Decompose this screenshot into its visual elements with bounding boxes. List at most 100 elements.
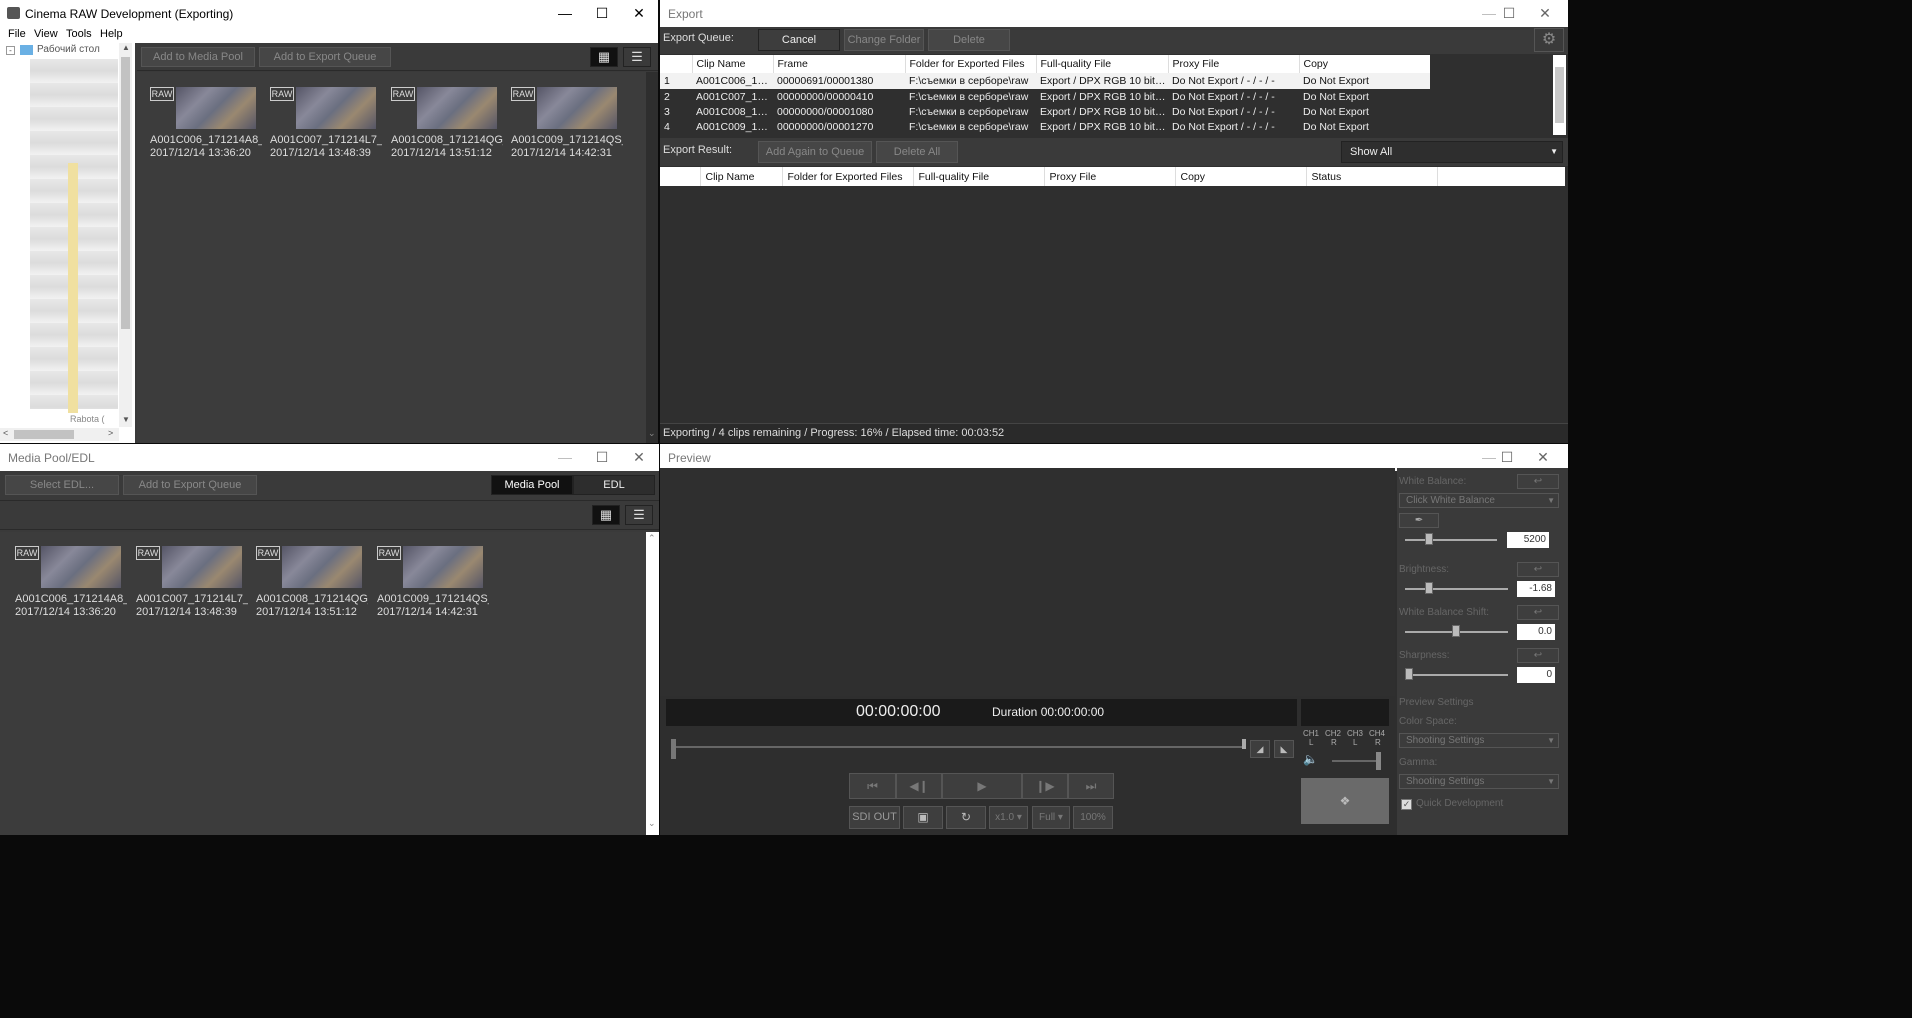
list-view-icon[interactable]: ☰ [623, 47, 651, 67]
delete-all-button[interactable]: Delete All [876, 141, 958, 163]
table-row[interactable]: 4 A001C009_171... 00000000/00001270 F:\с… [660, 119, 1430, 134]
quick-development-checkbox[interactable]: ✓ [1401, 799, 1412, 810]
volume-knob[interactable] [1376, 752, 1381, 770]
maximize-icon[interactable]: ☐ [1488, 444, 1526, 471]
brightness-knob[interactable] [1425, 582, 1433, 594]
tab-edl[interactable]: EDL [573, 475, 655, 495]
scroll-right-icon[interactable]: > [108, 428, 113, 438]
tree-hscroll-thumb[interactable] [14, 430, 74, 439]
scrubber-end-marker[interactable] [1242, 739, 1246, 749]
menu-tools[interactable]: Tools [66, 28, 92, 40]
wb-shift-value[interactable]: 0.0 [1517, 624, 1555, 640]
grid-view-icon[interactable]: ▦ [590, 47, 618, 67]
click-white-balance-select[interactable]: Click White Balance ▼ [1399, 493, 1559, 508]
sdi-out-button[interactable]: SDI OUT [849, 806, 900, 829]
brightness-value[interactable]: -1.68 [1517, 581, 1555, 597]
tree-collapse-icon[interactable]: - [6, 46, 15, 55]
clip-thumbnail[interactable]: RAW A001C006_171214A8_l... 2017/12/14 13… [15, 546, 127, 626]
white-balance-knob[interactable] [1425, 533, 1433, 545]
clip-thumbnail[interactable]: RAW A001C008_171214QG_... 2017/12/14 13:… [256, 546, 368, 626]
speaker-icon[interactable]: 🔈 [1303, 752, 1318, 766]
wb-shift-knob[interactable] [1452, 625, 1460, 637]
tree-hscrollbar[interactable]: < > [0, 428, 119, 441]
list-view-icon[interactable]: ☰ [625, 505, 653, 525]
mark-in-icon[interactable]: ◢ [1250, 740, 1270, 758]
white-balance-value[interactable]: 5200 [1507, 532, 1549, 548]
result-header[interactable]: Status [1306, 167, 1438, 186]
sharpness-value[interactable]: 0 [1517, 667, 1555, 683]
close-icon[interactable]: ✕ [1524, 444, 1562, 471]
maximize-icon[interactable]: ☐ [1490, 0, 1528, 27]
resolution-select[interactable]: Full ▾ [1032, 806, 1070, 829]
tree-root-label[interactable]: Рабочий стол [37, 44, 100, 55]
display-mode-icon[interactable]: ▣ [903, 806, 943, 829]
color-space-select[interactable]: Shooting Settings ▼ [1399, 733, 1559, 748]
tab-media-pool[interactable]: Media Pool [491, 475, 573, 495]
queue-header[interactable]: Copy [1299, 55, 1430, 73]
scroll-down-icon[interactable]: ▼ [122, 415, 130, 424]
clip-thumbnail[interactable]: RAW A001C009_171214QS_... 2017/12/14 14:… [511, 87, 623, 167]
tree-scroll-thumb[interactable] [121, 57, 130, 329]
clip-thumbnail[interactable]: RAW A001C008_171214QG_... 2017/12/14 13:… [391, 87, 503, 167]
video-thumbnail-area[interactable]: ❖ [1301, 778, 1389, 824]
zoom-select[interactable]: 100% [1073, 806, 1113, 829]
gamma-select[interactable]: Shooting Settings ▼ [1399, 774, 1559, 789]
cancel-button[interactable]: Cancel [758, 29, 840, 51]
sharpness-slider[interactable] [1405, 674, 1508, 676]
brightness-slider[interactable] [1405, 588, 1508, 590]
close-icon[interactable]: ✕ [620, 0, 658, 27]
add-to-export-queue-button[interactable]: Add to Export Queue [123, 475, 257, 495]
queue-header[interactable]: Clip Name [692, 55, 774, 73]
timeline-scrubber[interactable] [672, 746, 1244, 748]
folder-tree[interactable]: - Рабочий стол Rabota ( ▲ ▼ < > [0, 43, 135, 443]
scroll-down-icon[interactable]: ⌄ [648, 428, 656, 439]
gear-icon[interactable]: ⚙ [1534, 28, 1564, 52]
queue-header[interactable]: Folder for Exported Files [905, 55, 1037, 73]
queue-scrollbar[interactable] [1553, 55, 1566, 135]
clip-thumbnail[interactable]: RAW A001C006_171214A8_l... 2017/12/14 13… [150, 87, 262, 167]
result-header[interactable]: Full-quality File [913, 167, 1045, 186]
eyedropper-icon[interactable]: ✒ [1399, 513, 1439, 528]
result-header[interactable]: Proxy File [1044, 167, 1176, 186]
result-filter-select[interactable]: Show All ▼ [1341, 141, 1563, 163]
grid-view-icon[interactable]: ▦ [592, 505, 620, 525]
minimize-icon[interactable]: — [546, 444, 584, 471]
close-icon[interactable]: ✕ [620, 444, 658, 471]
speed-select[interactable]: x1.0 ▾ [989, 806, 1028, 829]
close-icon[interactable]: ✕ [1526, 0, 1564, 27]
step-back-icon[interactable]: ◀❙ [896, 773, 942, 799]
sharpness-knob[interactable] [1405, 668, 1413, 680]
select-edl-button[interactable]: Select EDL... [5, 475, 119, 495]
clip-thumbnail[interactable]: RAW A001C007_171214L7_l... 2017/12/14 13… [136, 546, 248, 626]
scroll-down-icon[interactable]: ⌄ [648, 818, 656, 829]
queue-header[interactable]: Proxy File [1168, 55, 1300, 73]
add-again-to-queue-button[interactable]: Add Again to Queue [758, 141, 872, 163]
add-to-export-queue-button[interactable]: Add to Export Queue [259, 47, 391, 67]
scroll-up-icon[interactable]: ⌃ [648, 533, 656, 544]
queue-header[interactable]: Full-quality File [1036, 55, 1169, 73]
change-folder-button[interactable]: Change Folder [844, 29, 924, 51]
clip-thumbnail[interactable]: RAW A001C009_171214QS_... 2017/12/14 14:… [377, 546, 489, 626]
queue-header[interactable]: Frame [773, 55, 906, 73]
wb-reset-icon[interactable]: ↩ [1517, 474, 1559, 489]
clip-grid-scrollbar[interactable]: ⌄ [646, 72, 658, 443]
scroll-left-icon[interactable]: < [3, 428, 8, 438]
loop-icon[interactable]: ↻ [946, 806, 986, 829]
go-to-end-icon[interactable]: ⏭ [1068, 773, 1114, 799]
table-row[interactable]: 3 A001C008_171... 00000000/00001080 F:\с… [660, 104, 1430, 119]
table-row[interactable]: 2 A001C007_171... 00000000/00000410 F:\с… [660, 89, 1430, 104]
menu-file[interactable]: File [8, 28, 26, 40]
clip-thumbnail[interactable]: RAW A001C007_171214L7_l... 2017/12/14 13… [270, 87, 382, 167]
wb-shift-reset-icon[interactable]: ↩ [1517, 605, 1559, 620]
menu-help[interactable]: Help [100, 28, 123, 40]
scroll-up-icon[interactable]: ▲ [122, 43, 130, 52]
result-header[interactable]: Folder for Exported Files [782, 167, 914, 186]
mark-out-icon[interactable]: ◣ [1274, 740, 1294, 758]
result-header[interactable]: Copy [1175, 167, 1307, 186]
volume-slider[interactable] [1332, 760, 1380, 762]
add-to-media-pool-button[interactable]: Add to Media Pool [141, 47, 255, 67]
menu-view[interactable]: View [34, 28, 58, 40]
play-icon[interactable]: ▶ [942, 773, 1022, 799]
scrubber-start-handle[interactable] [671, 739, 676, 759]
delete-button[interactable]: Delete [928, 29, 1010, 51]
